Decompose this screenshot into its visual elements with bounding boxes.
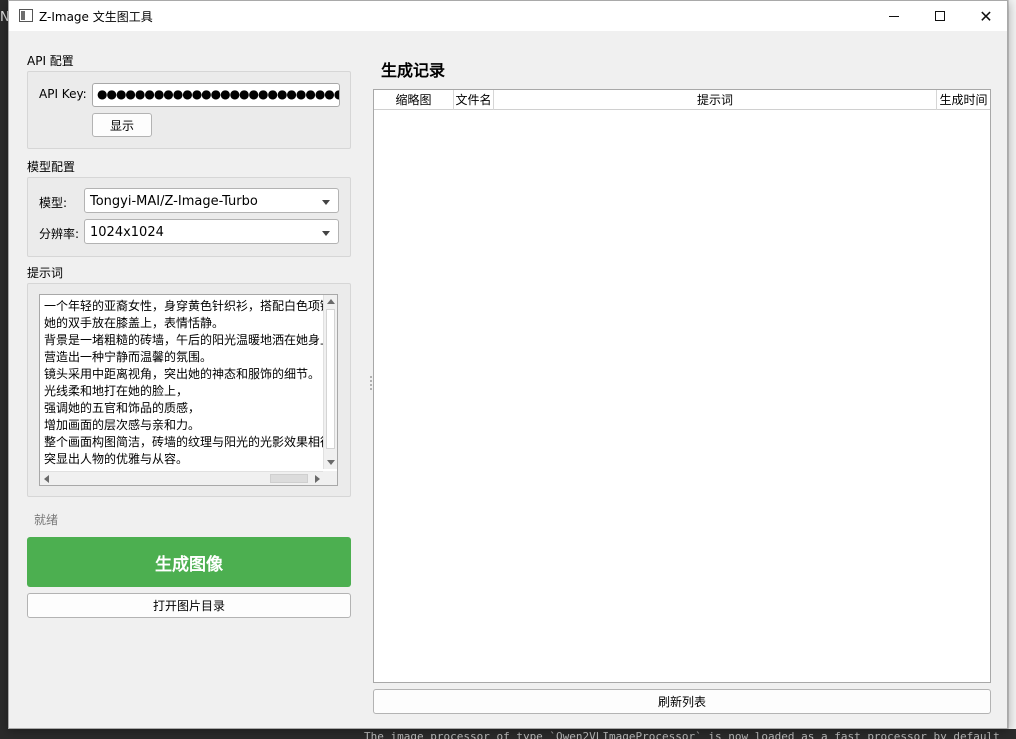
maximize-icon xyxy=(935,11,945,21)
show-key-button[interactable]: 显示 xyxy=(92,113,152,137)
prompt-horizontal-scrollbar[interactable] xyxy=(40,471,324,485)
window-title: Z-Image 文生图工具 xyxy=(39,10,153,24)
horizontal-scroll-thumb[interactable] xyxy=(270,474,308,483)
column-header-thumbnail[interactable]: 缩略图 xyxy=(374,90,454,110)
close-button[interactable]: ✕ xyxy=(963,1,1009,31)
prompt-vertical-scrollbar[interactable] xyxy=(323,295,337,469)
prompt-title: 提示词 xyxy=(27,266,64,280)
api-key-field[interactable]: ●●●●●●●●●●●●●●●●●●●●●●●●●●●●●●●●● xyxy=(92,83,340,107)
app-icon xyxy=(19,9,33,22)
chevron-down-icon xyxy=(322,200,330,205)
api-config-title: API 配置 xyxy=(27,54,74,68)
title-bar[interactable]: Z-Image 文生图工具 ✕ xyxy=(9,1,1007,31)
column-header-prompt[interactable]: 提示词 xyxy=(494,90,937,110)
column-header-time[interactable]: 生成时间 xyxy=(937,90,990,110)
model-config-group: 模型: Tongyi-MAI/Z-Image-Turbo 分辨率: 1024x1… xyxy=(27,177,351,257)
scroll-down-icon[interactable] xyxy=(327,460,335,465)
open-folder-button[interactable]: 打开图片目录 xyxy=(27,593,351,618)
prompt-group: 一个年轻的亚裔女性，身穿黄色针织衫，搭配白色项链 她的双手放在膝盖上，表情恬静。… xyxy=(27,283,351,497)
main-window: Z-Image 文生图工具 ✕ API 配置 API Key: ●●●●●●●●… xyxy=(8,0,1008,729)
minimize-icon xyxy=(889,15,899,17)
vertical-scroll-thumb[interactable] xyxy=(326,309,335,449)
scroll-corner xyxy=(323,471,337,485)
refresh-button[interactable]: 刷新列表 xyxy=(373,689,991,714)
model-select-value: Tongyi-MAI/Z-Image-Turbo xyxy=(90,194,258,209)
prompt-text: 一个年轻的亚裔女性，身穿黄色针织衫，搭配白色项链 她的双手放在膝盖上，表情恬静。… xyxy=(44,299,324,466)
api-config-group: API Key: ●●●●●●●●●●●●●●●●●●●●●●●●●●●●●●●… xyxy=(27,71,351,149)
close-icon: ✕ xyxy=(979,6,993,26)
minimize-button[interactable] xyxy=(871,1,917,31)
scroll-up-icon[interactable] xyxy=(327,299,335,304)
status-text: 就绪 xyxy=(34,513,59,527)
model-config-title: 模型配置 xyxy=(27,160,76,174)
scroll-left-icon[interactable] xyxy=(44,475,49,483)
prompt-textarea[interactable]: 一个年轻的亚裔女性，身穿黄色针织衫，搭配白色项链 她的双手放在膝盖上，表情恬静。… xyxy=(39,294,338,486)
model-label: 模型: xyxy=(39,196,68,210)
background-window-right xyxy=(1008,0,1016,739)
resolution-select[interactable]: 1024x1024 xyxy=(84,219,339,244)
resolution-label: 分辨率: xyxy=(39,227,80,241)
generate-button[interactable]: 生成图像 xyxy=(27,537,351,587)
records-table[interactable]: 缩略图 文件名 提示词 生成时间 xyxy=(373,89,991,683)
background-window-left xyxy=(0,0,8,739)
scroll-right-icon[interactable] xyxy=(315,475,320,483)
model-select[interactable]: Tongyi-MAI/Z-Image-Turbo xyxy=(84,188,339,213)
column-header-filename[interactable]: 文件名 xyxy=(454,90,494,110)
splitter-handle[interactable] xyxy=(370,376,372,390)
background-terminal-text: The image processor of type `Qwen2VLImag… xyxy=(364,730,1000,739)
resolution-select-value: 1024x1024 xyxy=(90,225,164,240)
table-header: 缩略图 文件名 提示词 生成时间 xyxy=(374,90,990,110)
chevron-down-icon xyxy=(322,231,330,236)
records-title: 生成记录 xyxy=(381,61,446,80)
api-key-label: API Key: xyxy=(39,87,87,101)
maximize-button[interactable] xyxy=(917,1,963,31)
